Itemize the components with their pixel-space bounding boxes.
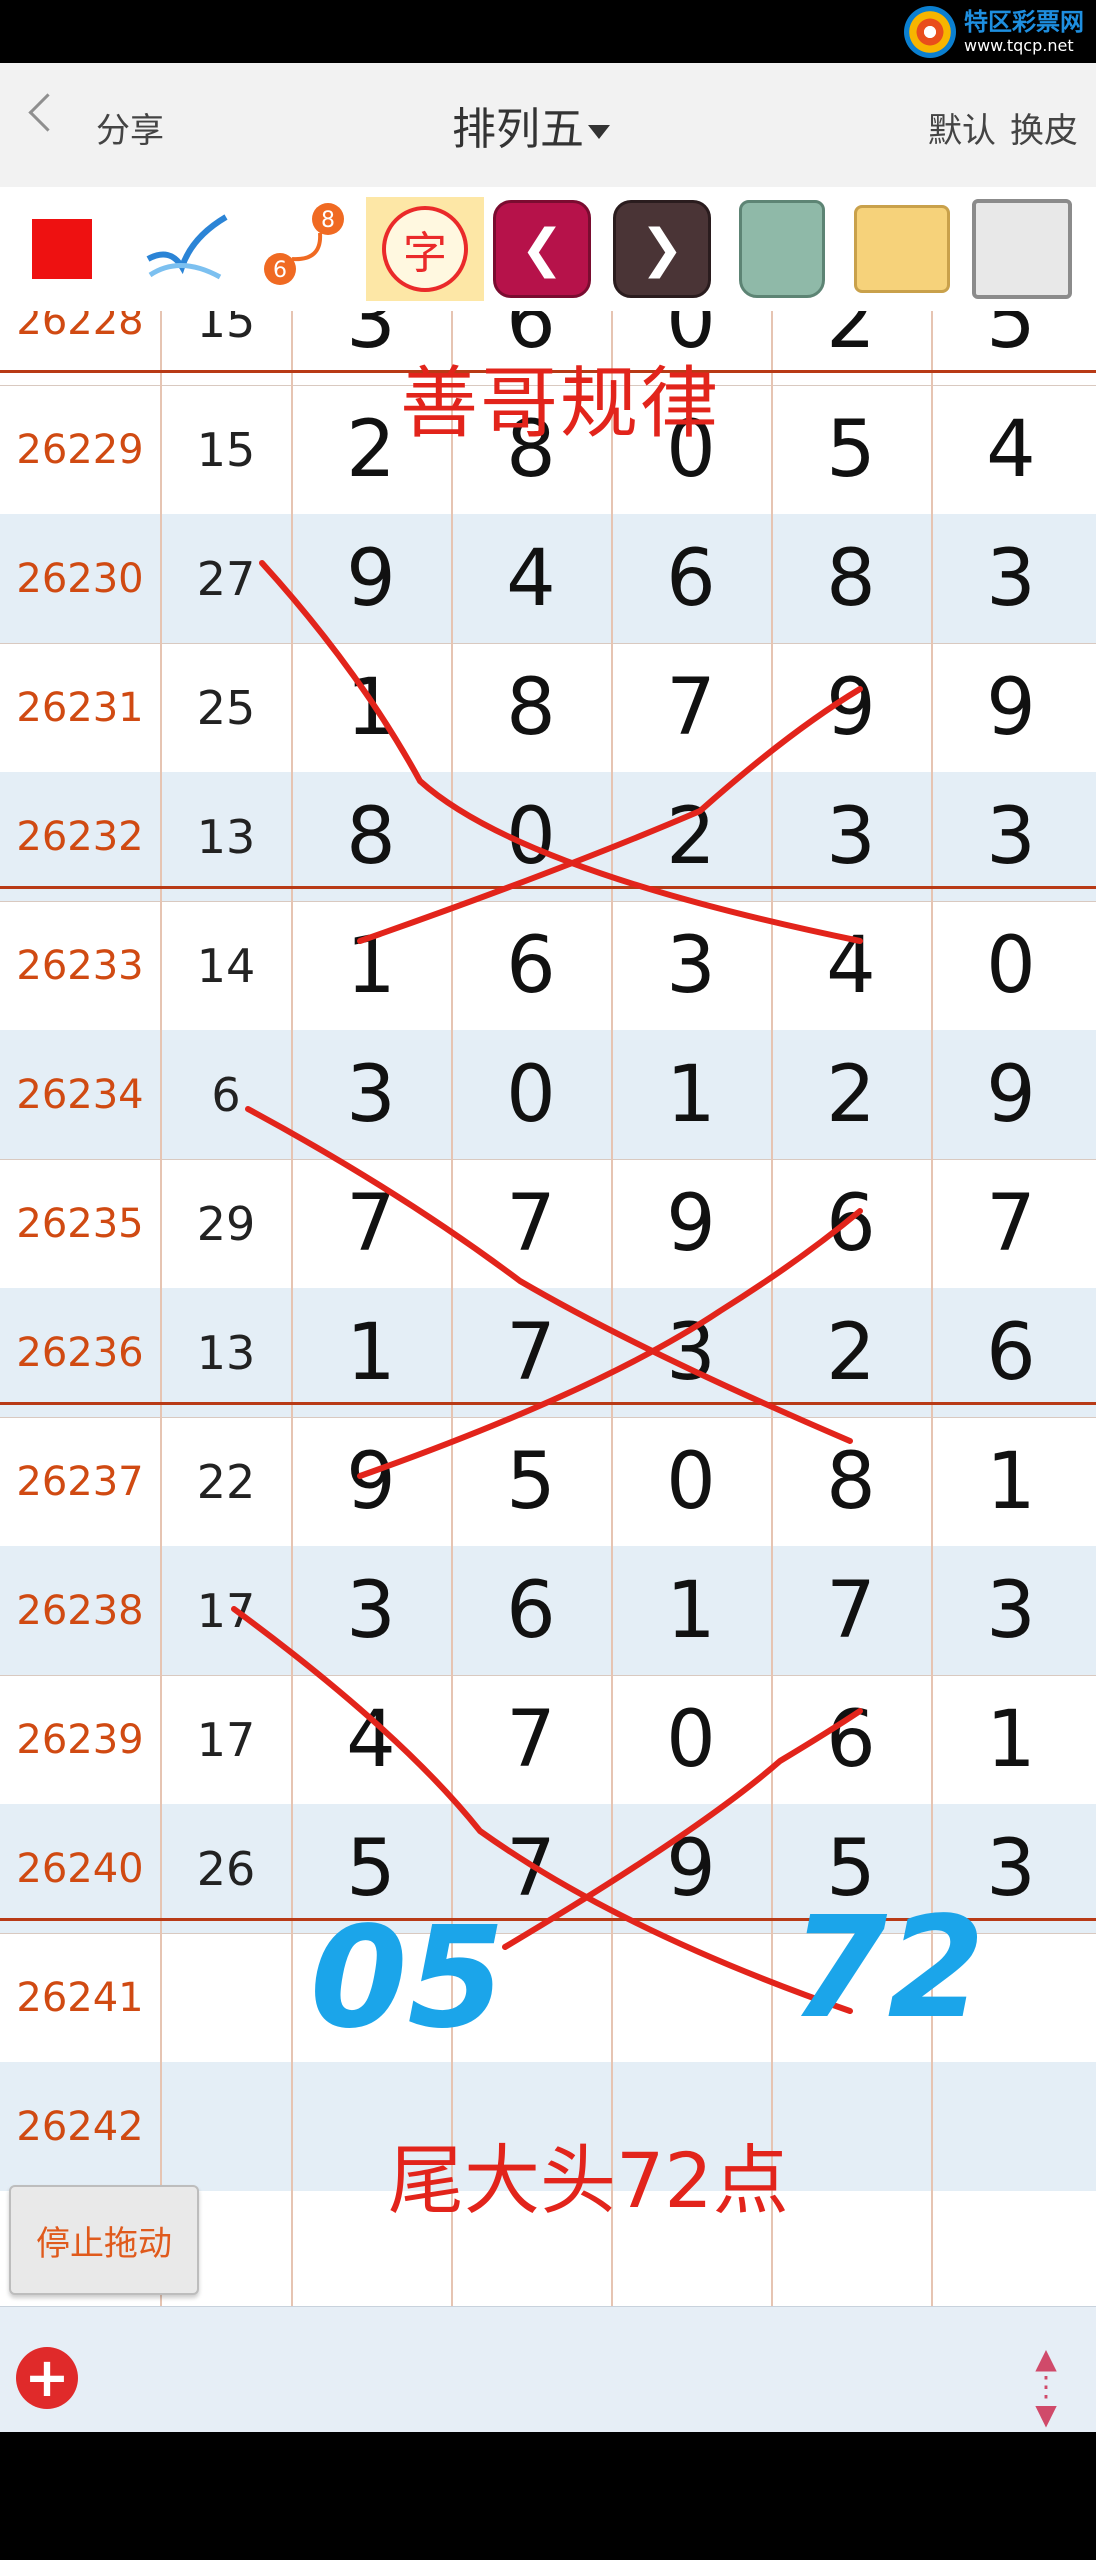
next-button[interactable]: ❯: [610, 197, 714, 301]
color-tool[interactable]: [10, 197, 114, 301]
draw-grid[interactable]: 26228 15 3 6 0 2 5 26229 15 2 8 0 5 4 26230 27 9 4 6 8 3 2623…: [0, 311, 1096, 2306]
bottom-black-area: [0, 2432, 1096, 2560]
number-link-tool[interactable]: 6 8: [250, 197, 354, 301]
prev-icon: ❮: [493, 200, 591, 298]
char-tool-label: 字: [403, 228, 447, 279]
red-square-icon: [32, 219, 92, 279]
stroke-a2: [357, 686, 863, 944]
prev-button[interactable]: ❮: [490, 197, 594, 301]
skin-button[interactable]: 换皮: [1010, 111, 1078, 151]
gallery-button[interactable]: [850, 197, 954, 301]
svg-text:8: 8: [321, 208, 335, 233]
default-button[interactable]: 默认: [928, 111, 996, 151]
pen-check-icon: [146, 214, 228, 280]
watermark-url: www.tqcp.net: [964, 36, 1074, 55]
bottom-bar: + ▲ ⋮ ▼: [0, 2306, 1096, 2433]
chevron-down-icon: [588, 125, 610, 139]
char-icon: 字: [382, 206, 468, 292]
stop-drag-button[interactable]: 停止拖动: [9, 2185, 199, 2295]
clear-button[interactable]: [730, 197, 834, 301]
stroke-b2: [357, 1208, 863, 1479]
save-icon: [972, 199, 1072, 299]
watermark-logo-icon: [904, 6, 956, 58]
caption-text: 善哥规律: [400, 359, 721, 449]
next-icon: ❯: [613, 200, 711, 298]
stroke-b1: [245, 1106, 853, 1444]
share-button[interactable]: 分享: [96, 103, 164, 152]
status-bar: 特区彩票网 www.tqcp.net: [0, 0, 1096, 63]
char-tool[interactable]: 字: [366, 197, 484, 301]
drag-updown-icon[interactable]: ▲ ⋮ ▼: [1026, 2345, 1066, 2429]
left-number: 05: [310, 1897, 505, 2060]
save-button[interactable]: [970, 197, 1074, 301]
svg-text:6: 6: [273, 258, 287, 283]
page-title[interactable]: 排列五: [452, 93, 610, 157]
right-number: 72: [790, 1887, 985, 2050]
app-header: 分享 排列五 默认 换皮: [0, 63, 1096, 188]
trash-icon: [739, 200, 825, 298]
add-icon[interactable]: +: [16, 2347, 78, 2409]
watermark: 特区彩票网 www.tqcp.net: [904, 4, 1084, 60]
number-link-icon: 6 8: [264, 203, 344, 285]
note-text: 尾大头72点: [388, 2136, 789, 2225]
page-title-text: 排列五: [452, 104, 584, 155]
watermark-title: 特区彩票网: [964, 8, 1084, 36]
drawing-toolbar: 6 8 字 ❮ ❯: [0, 187, 1096, 312]
back-arrow-icon[interactable]: [28, 93, 67, 132]
pen-tool[interactable]: [130, 197, 234, 301]
gallery-icon: [854, 205, 950, 293]
